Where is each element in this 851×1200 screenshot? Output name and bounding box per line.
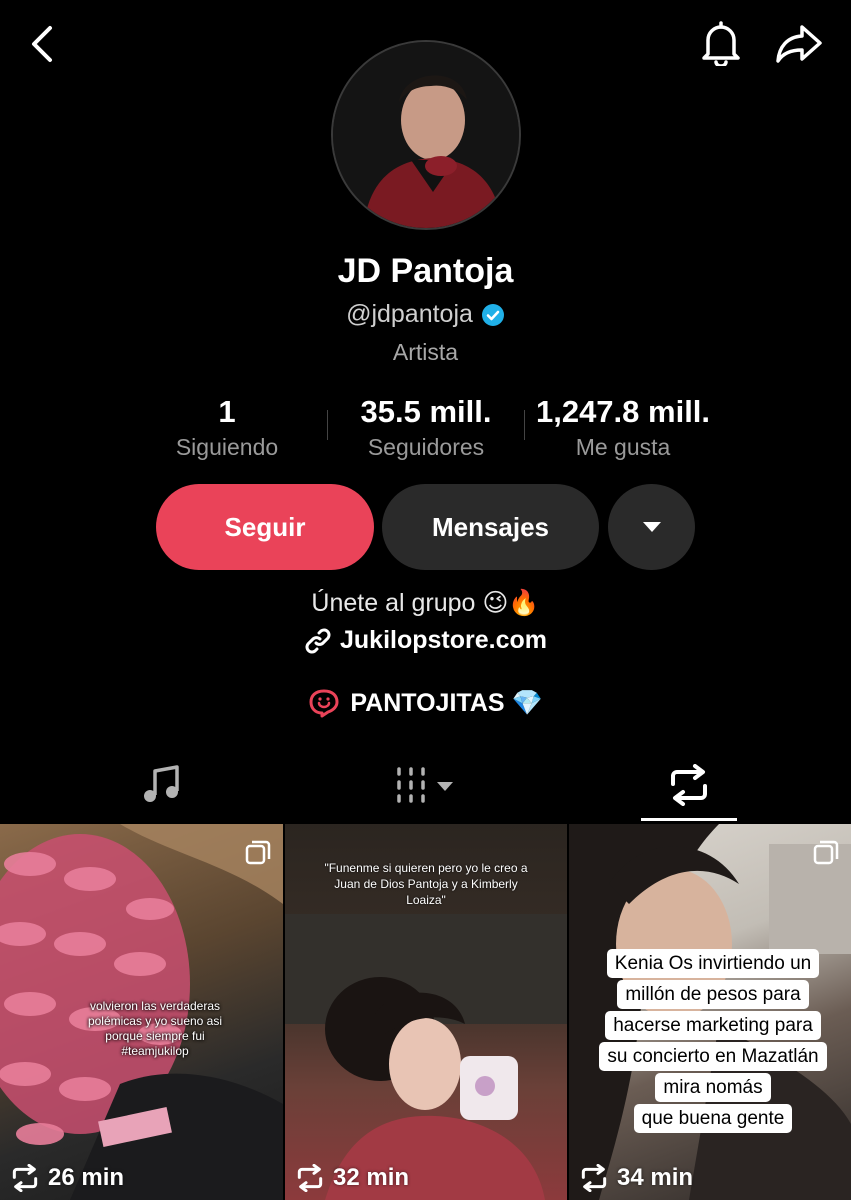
- caption-line: mira nomás: [655, 1073, 771, 1102]
- caption-line: Kenia Os invirtiendo un: [606, 949, 820, 978]
- repost-time-label: 34 min: [617, 1164, 694, 1191]
- tab-music[interactable]: [112, 750, 212, 820]
- caption-line: hacerse marketing para: [605, 1011, 821, 1040]
- following-label: Siguiendo: [175, 434, 279, 460]
- followers-count: 35.5 mill.: [360, 394, 492, 429]
- chevron-left-icon: [32, 26, 52, 62]
- bio-link[interactable]: Jukilopstore.com: [0, 626, 851, 655]
- content-tabs: [0, 750, 851, 824]
- caption-line: que buena gente: [633, 1104, 793, 1133]
- follow-button[interactable]: Seguir: [156, 484, 374, 570]
- back-button[interactable]: [22, 22, 62, 66]
- avatar[interactable]: [331, 40, 521, 230]
- likes-label: Me gusta: [575, 434, 671, 460]
- repost-icon: [671, 764, 707, 806]
- group-chat-icon: [309, 689, 339, 718]
- tab-videos[interactable]: [370, 750, 482, 820]
- video-thumbnail[interactable]: Kenia Os invirtiendo un millón de pesos …: [569, 824, 851, 1200]
- bio-text: Únete al grupo 😉🔥: [311, 589, 540, 617]
- video-caption: volvieron las verdaderas polémicas y yo …: [87, 999, 223, 1058]
- stat-divider: [327, 410, 328, 440]
- message-button[interactable]: Mensajes: [382, 484, 599, 570]
- stats-row: 1 Siguiendo 35.5 mill. Seguidores 1,247.…: [0, 392, 851, 472]
- stat-following[interactable]: 1 Siguiendo: [127, 392, 327, 462]
- verified-badge-icon: [481, 303, 504, 326]
- followers-label: Seguidores: [367, 434, 485, 460]
- grid-icon: [397, 767, 453, 803]
- repost-icon: [297, 1164, 323, 1192]
- profile-name: JD Pantoja: [337, 252, 514, 290]
- repost-time: 26 min: [10, 1164, 124, 1192]
- caret-down-icon: [642, 522, 661, 532]
- likes-count: 1,247.8 mill.: [535, 394, 711, 429]
- tab-reposts[interactable]: [641, 750, 737, 820]
- video-caption: Kenia Os invirtiendo un millón de pesos …: [583, 948, 843, 1134]
- repost-time-label: 32 min: [333, 1164, 410, 1191]
- caption-line: su concierto en Mazatlán: [599, 1042, 827, 1071]
- bio-link-text: Jukilopstore.com: [340, 626, 547, 654]
- video-thumbnail[interactable]: volvieron las verdaderas polémicas y yo …: [0, 824, 283, 1200]
- caption-line: millón de pesos para: [617, 980, 809, 1009]
- profile-category: Artista: [392, 339, 459, 365]
- bell-icon: [702, 21, 740, 66]
- notification-button[interactable]: [696, 18, 746, 68]
- group-chat[interactable]: PANTOJITAS 💎: [0, 688, 851, 718]
- repost-time: 34 min: [579, 1164, 693, 1192]
- profile-photo: [333, 42, 519, 228]
- video-thumbnail[interactable]: "Funenme si quieren pero yo le creo a Ju…: [285, 824, 567, 1200]
- repost-icon: [581, 1164, 607, 1192]
- share-button[interactable]: [772, 18, 826, 68]
- group-name: PANTOJITAS 💎: [350, 688, 543, 717]
- stat-divider: [524, 410, 525, 440]
- video-caption: "Funenme si quieren pero yo le creo a Ju…: [324, 861, 528, 907]
- repost-icon: [12, 1164, 38, 1192]
- repost-time-label: 26 min: [48, 1164, 125, 1191]
- stat-likes[interactable]: 1,247.8 mill. Me gusta: [524, 392, 722, 462]
- multi-photo-icon: [245, 840, 271, 865]
- multi-photo-icon: [813, 840, 839, 865]
- video-grid: volvieron las verdaderas polémicas y yo …: [0, 824, 851, 1200]
- link-icon: [305, 628, 331, 653]
- more-options-button[interactable]: [608, 484, 695, 570]
- share-arrow-icon: [776, 25, 822, 63]
- following-count: 1: [218, 394, 236, 429]
- music-icon: [144, 765, 179, 802]
- profile-handle: @jdpantoja: [346, 300, 473, 328]
- active-tab-indicator: [641, 818, 737, 821]
- repost-time: 32 min: [295, 1164, 409, 1192]
- stat-followers[interactable]: 35.5 mill. Seguidores: [330, 392, 522, 462]
- handle-row: @jdpantoja: [0, 300, 851, 329]
